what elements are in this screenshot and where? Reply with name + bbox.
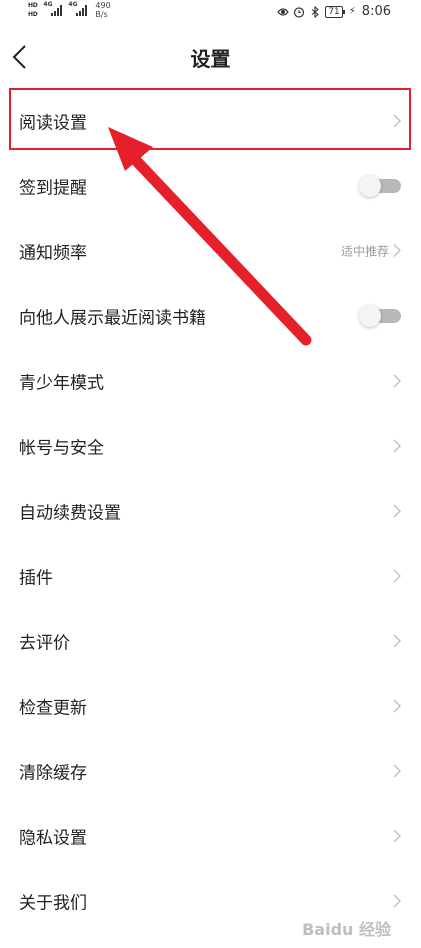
toggle-knob	[359, 304, 381, 327]
eye-icon	[277, 7, 290, 16]
row-control	[393, 634, 401, 648]
setting-label: 帐号与安全	[19, 438, 104, 458]
setting-plugins[interactable]: 插件	[0, 543, 421, 608]
hd-badge-1: HD	[28, 2, 38, 9]
row-control	[393, 569, 401, 583]
setting-label: 签到提醒	[19, 178, 87, 198]
setting-show-recent-books: 向他人展示最近阅读书籍	[0, 283, 421, 348]
setting-notification-frequency[interactable]: 通知频率 适中推荐	[0, 218, 421, 283]
chevron-right-icon	[393, 569, 401, 582]
settings-list: 阅读设置 签到提醒 通知频率 适中推荐 向他人展示最近阅读书籍 青少年模式 帐号…	[0, 88, 421, 933]
row-control	[393, 829, 401, 843]
row-control	[393, 764, 401, 778]
chevron-right-icon	[393, 244, 401, 257]
setting-rate-app[interactable]: 去评价	[0, 608, 421, 673]
page-title: 设置	[190, 47, 231, 71]
setting-auto-renewal[interactable]: 自动续费设置	[0, 478, 421, 543]
row-control	[393, 439, 401, 453]
network-speed: 490 B/s	[95, 1, 110, 19]
setting-label: 清除缓存	[19, 763, 87, 783]
setting-label: 阅读设置	[19, 113, 87, 133]
row-control	[359, 174, 401, 197]
setting-about-us[interactable]: 关于我们	[0, 868, 421, 933]
signal-1: 4G	[43, 1, 63, 16]
row-control	[359, 304, 401, 327]
chevron-right-icon	[393, 374, 401, 387]
network-type-1: 4G	[43, 1, 53, 8]
status-right: 71 ⚡ 8:06	[277, 4, 391, 19]
charging-icon: ⚡	[348, 6, 356, 17]
alarm-icon	[294, 6, 305, 18]
hd-badge-2: HD	[28, 11, 38, 18]
chevron-right-icon	[393, 504, 401, 517]
setting-value: 适中推荐	[340, 244, 389, 258]
setting-label: 自动续费设置	[19, 503, 121, 523]
chevron-right-icon	[393, 764, 401, 777]
chevron-right-icon	[393, 439, 401, 452]
chevron-right-icon	[393, 114, 401, 127]
header: 设置	[0, 34, 421, 80]
network-type-2: 4G	[68, 1, 78, 8]
show-recent-books-toggle[interactable]	[359, 304, 401, 327]
setting-check-update[interactable]: 检查更新	[0, 673, 421, 738]
clock: 8:06	[361, 4, 391, 19]
setting-youth-mode[interactable]: 青少年模式	[0, 348, 421, 413]
signal-bars-icon	[51, 4, 63, 16]
setting-label: 检查更新	[19, 698, 87, 718]
setting-account-security[interactable]: 帐号与安全	[0, 413, 421, 478]
setting-reading[interactable]: 阅读设置	[0, 88, 421, 153]
chevron-right-icon	[393, 894, 401, 907]
signal-bars-icon	[76, 4, 88, 16]
chevron-right-icon	[393, 829, 401, 842]
setting-label: 去评价	[19, 633, 70, 653]
battery-icon: 71	[325, 5, 346, 18]
checkin-reminder-toggle[interactable]	[359, 174, 401, 197]
row-control	[393, 114, 401, 128]
status-bar: HD HD 4G 4G 490 B/s 71 ⚡ 8:06	[0, 0, 421, 24]
speed-value: 490	[95, 1, 111, 10]
setting-clear-cache[interactable]: 清除缓存	[0, 738, 421, 803]
setting-checkin-reminder: 签到提醒	[0, 153, 421, 218]
bluetooth-icon	[311, 5, 320, 18]
setting-label: 向他人展示最近阅读书籍	[19, 308, 206, 328]
setting-label: 青少年模式	[19, 373, 104, 393]
setting-label: 插件	[19, 568, 53, 588]
setting-privacy[interactable]: 隐私设置	[0, 803, 421, 868]
speed-unit: B/s	[95, 10, 108, 19]
status-left: HD HD 4G 4G 490 B/s	[28, 0, 111, 24]
setting-label: 隐私设置	[19, 828, 87, 848]
toggle-knob	[359, 174, 381, 197]
row-control: 适中推荐	[341, 242, 401, 259]
signal-2: 4G	[68, 1, 88, 16]
setting-label: 通知频率	[19, 243, 87, 263]
row-control	[393, 699, 401, 713]
hd-indicators: HD HD	[28, 2, 38, 19]
chevron-right-icon	[393, 699, 401, 712]
row-control	[393, 504, 401, 518]
row-control	[393, 894, 401, 908]
chevron-right-icon	[393, 634, 401, 647]
setting-label: 关于我们	[19, 893, 87, 913]
row-control	[393, 374, 401, 388]
